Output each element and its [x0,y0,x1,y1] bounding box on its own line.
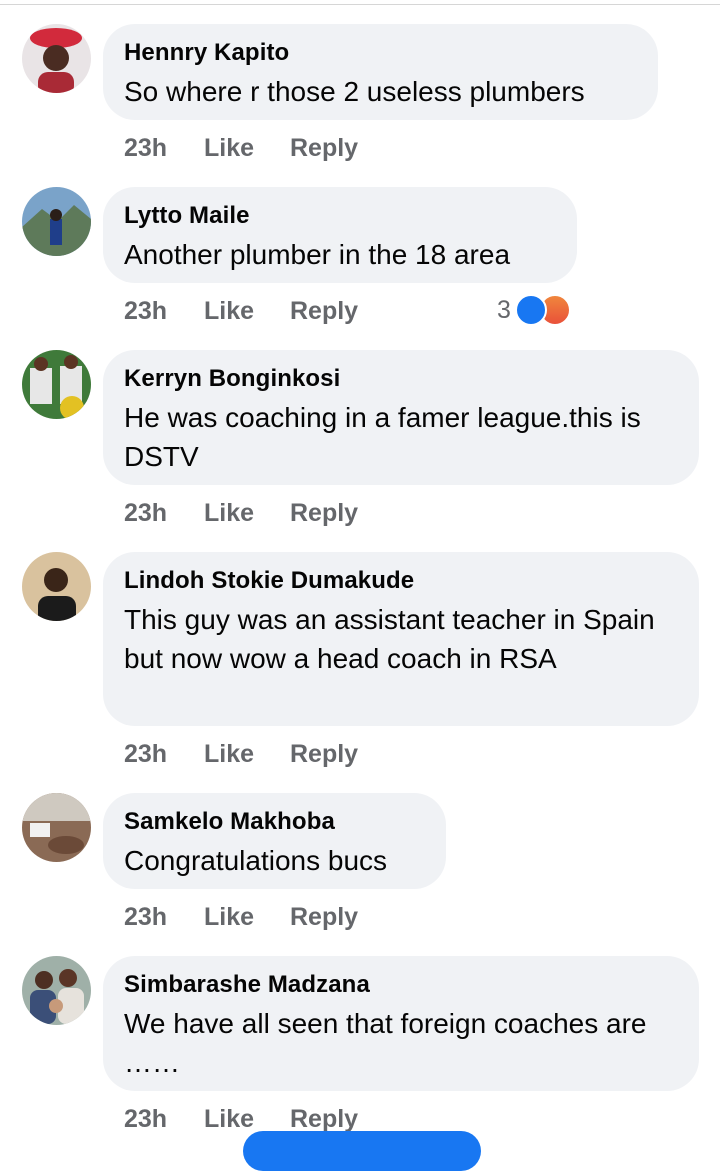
comment-text: This guy was an assistant teacher in Spa… [124,604,655,674]
reply-button[interactable]: Reply [290,297,358,326]
reply-button[interactable]: Reply [290,740,358,769]
comment-time[interactable]: 23h [124,740,204,769]
comment-bubble: Kerryn Bonginkosi He was coaching in a f… [103,350,699,485]
comment-time[interactable]: 23h [124,134,204,163]
avatar[interactable] [22,350,91,419]
comment-actions: 23h Like Reply [124,740,358,769]
comment-text: So where r those 2 useless plumbers [124,76,585,107]
avatar[interactable] [22,956,91,1025]
top-divider [0,4,720,5]
comment-time[interactable]: 23h [124,297,204,326]
avatar[interactable] [22,552,91,621]
comment-author[interactable]: Kerryn Bonginkosi [124,364,677,394]
comment-bubble: Samkelo Makhoba Congratulations bucs [103,793,446,889]
comment-time[interactable]: 23h [124,1105,204,1134]
like-button[interactable]: Like [204,499,290,528]
comment-actions: 23h Like Reply [124,1105,358,1134]
comment-author[interactable]: Samkelo Makhoba [124,807,424,837]
comment-bubble: Lindoh Stokie Dumakude This guy was an a… [103,552,699,726]
like-button[interactable]: Like [204,740,290,769]
comment-time[interactable]: 23h [124,499,204,528]
comment-text: Congratulations bucs [124,845,388,876]
like-button[interactable]: Like [204,903,290,932]
comment-time[interactable]: 23h [124,903,204,932]
comment-bubble: Lytto Maile Another plumber in the 18 ar… [103,187,577,283]
comment-author[interactable]: Simbarashe Madzana [124,970,677,1000]
avatar[interactable] [22,793,91,862]
comment-bubble: Simbarashe Madzana We have all seen that… [103,956,699,1091]
comment-text: We have all seen that foreign coaches ar… [124,1008,647,1078]
floating-action-button[interactable] [243,1131,481,1171]
reaction-summary[interactable]: 3 [497,294,571,326]
reply-button[interactable]: Reply [290,499,358,528]
like-button[interactable]: Like [204,134,290,163]
comment-author[interactable]: Lindoh Stokie Dumakude [124,566,677,596]
comment-author[interactable]: Lytto Maile [124,201,555,231]
comment-actions: 23h Like Reply [124,134,358,163]
comment-text: He was coaching in a famer league.this i… [124,402,641,472]
like-icon [514,294,547,326]
comment-bubble: Hennry Kapito So where r those 2 useless… [103,24,658,120]
comment-author[interactable]: Hennry Kapito [124,38,636,68]
like-button[interactable]: Like [204,297,290,326]
reply-button[interactable]: Reply [290,903,358,932]
avatar[interactable] [22,187,91,256]
reply-button[interactable]: Reply [290,134,358,163]
comment-text: Another plumber in the 18 area [124,239,511,270]
comment-actions: 23h Like Reply [124,499,358,528]
comment-actions: 23h Like Reply [124,297,358,326]
like-button[interactable]: Like [204,1105,290,1134]
reaction-count: 3 [497,295,511,324]
avatar[interactable] [22,24,91,93]
reply-button[interactable]: Reply [290,1105,358,1134]
comment-actions: 23h Like Reply [124,903,358,932]
